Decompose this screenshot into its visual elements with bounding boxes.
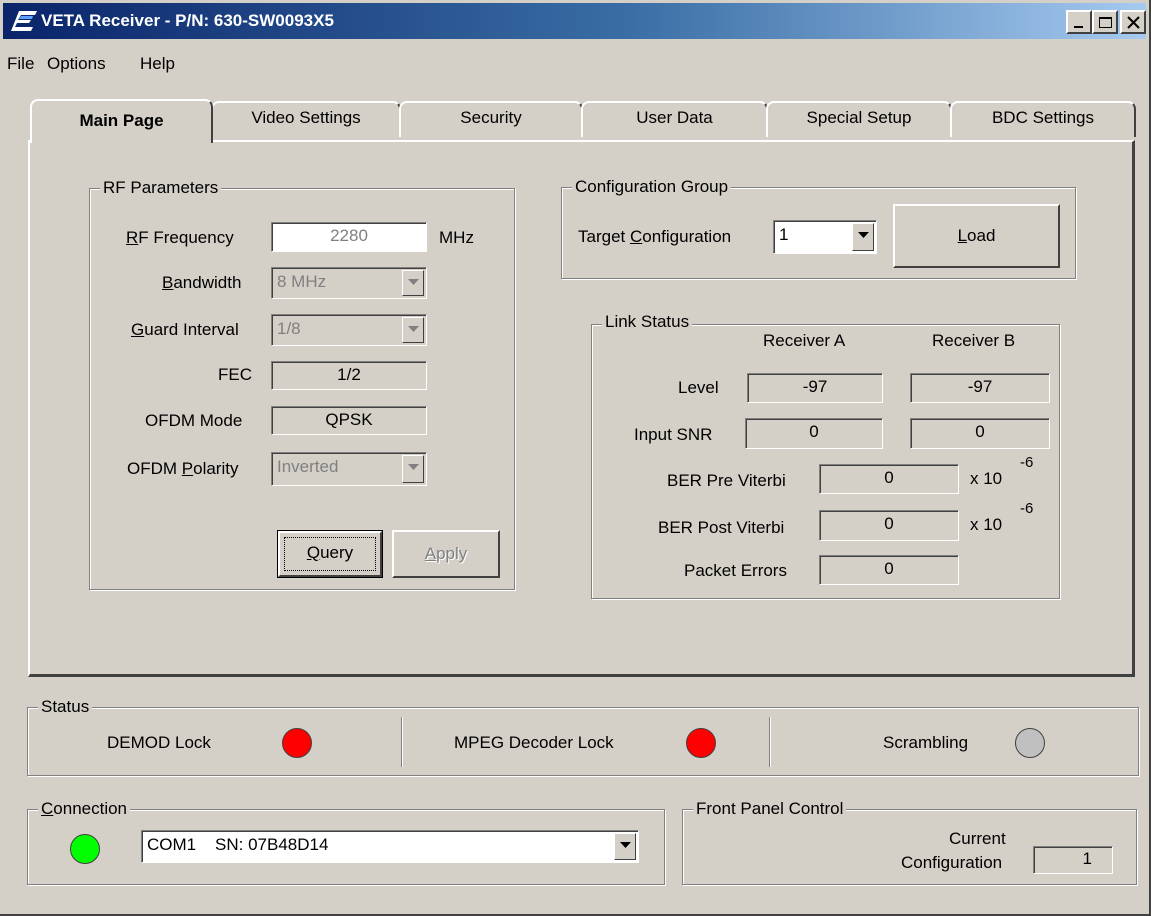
window-title: VETA Receiver - P/N: 630-SW0093X5 — [41, 11, 334, 30]
query-button[interactable]: Query — [277, 530, 383, 578]
guard-interval-dropdown-button[interactable] — [402, 317, 424, 343]
receiver-b-header: Receiver B — [932, 331, 1016, 350]
bandwidth-select[interactable]: 8 MHz — [271, 267, 427, 299]
ofdm-polarity-value: Inverted — [277, 457, 339, 476]
close-icon — [1127, 16, 1140, 29]
mpeg-decoder-lock-label: MPEG Decoder Lock — [454, 733, 614, 752]
ber-pre-viterbi-label: BER Pre Viterbi — [667, 471, 786, 490]
connection-port-value: COM1 SN: 07B48D14 — [147, 835, 329, 854]
load-button[interactable]: Load — [893, 204, 1060, 268]
ber-post-viterbi-label: BER Post Viterbi — [658, 518, 785, 537]
tab-bdc-settings[interactable]: BDC Settings — [950, 101, 1136, 137]
apply-button[interactable]: Apply — [392, 530, 500, 578]
ofdm-polarity-select[interactable]: Inverted — [271, 452, 427, 486]
bandwidth-value: 8 MHz — [277, 272, 327, 291]
target-configuration-label: Target Configuration — [578, 227, 732, 246]
rf-frequency-input[interactable]: 2280 — [271, 222, 427, 252]
tab-video-settings[interactable]: Video Settings — [211, 101, 401, 137]
tab-special-setup[interactable]: Special Setup — [766, 101, 952, 137]
menu-file[interactable]: File — [7, 54, 34, 74]
close-button[interactable] — [1120, 10, 1146, 34]
chevron-down-icon — [408, 464, 419, 470]
bandwidth-dropdown-button[interactable] — [402, 270, 424, 296]
app-window: VETA Receiver - P/N: 630-SW0093X5 File O… — [0, 0, 1151, 916]
chevron-down-icon — [408, 279, 419, 285]
current-configuration-value: 1 — [1033, 846, 1113, 874]
ber-pre-viterbi-unit: x 10 — [970, 469, 1003, 488]
status-title: Status — [38, 697, 93, 717]
fec-label: FEC — [218, 365, 252, 384]
ofdm-mode-label: OFDM Mode — [145, 411, 243, 430]
chevron-down-icon — [408, 326, 419, 332]
ber-pre-viterbi-value: 0 — [819, 464, 959, 494]
connection-port-dropdown-button[interactable] — [614, 833, 636, 860]
ofdm-polarity-dropdown-button[interactable] — [402, 455, 424, 483]
ber-post-viterbi-exponent: -6 — [1020, 500, 1034, 517]
current-configuration-label-line1: Current — [949, 829, 1006, 848]
status-divider — [401, 717, 403, 767]
menu-help[interactable]: Help — [140, 54, 175, 74]
input-snr-receiver-a: 0 — [745, 418, 883, 449]
tab-security[interactable]: Security — [399, 101, 583, 137]
menu-options[interactable]: Options — [47, 54, 106, 74]
guard-interval-value: 1/8 — [277, 319, 301, 338]
chevron-down-icon — [620, 842, 631, 848]
connection-title: Connection — [38, 799, 131, 819]
tab-main-page[interactable]: Main Page — [30, 99, 213, 143]
status-divider — [769, 717, 771, 767]
packet-errors-label: Packet Errors — [684, 561, 787, 580]
connection-port-select[interactable]: COM1 SN: 07B48D14 — [141, 830, 639, 863]
configuration-group-title: Configuration Group — [572, 177, 732, 197]
target-configuration-dropdown-button[interactable] — [852, 223, 874, 251]
ber-pre-viterbi-exponent: -6 — [1020, 454, 1034, 471]
ber-post-viterbi-unit: x 10 — [970, 515, 1003, 534]
ofdm-polarity-label: OFDM Polarity — [127, 459, 239, 478]
veta-logo-icon — [11, 11, 37, 31]
demod-lock-label: DEMOD Lock — [107, 733, 211, 752]
guard-interval-label: Guard Interval — [131, 320, 239, 339]
target-configuration-value: 1 — [779, 225, 789, 244]
input-snr-receiver-b: 0 — [910, 418, 1050, 449]
level-receiver-b: -97 — [910, 373, 1050, 403]
rf-frequency-unit: MHz — [439, 228, 474, 247]
scrambling-indicator — [1015, 728, 1045, 758]
bandwidth-label: Bandwidth — [162, 273, 242, 292]
current-configuration-label-line2: Configuration — [901, 853, 1003, 872]
packet-errors-value: 0 — [819, 555, 959, 585]
scrambling-label: Scrambling — [883, 733, 969, 752]
fec-value: 1/2 — [271, 361, 427, 390]
ber-post-viterbi-value: 0 — [819, 510, 959, 541]
rf-frequency-label: RF Frequency — [126, 228, 234, 247]
focus-ring — [284, 537, 376, 571]
maximize-icon — [1099, 17, 1112, 28]
input-snr-label: Input SNR — [634, 425, 713, 444]
tab-user-data[interactable]: User Data — [581, 101, 768, 137]
demod-lock-indicator — [282, 728, 312, 758]
ofdm-mode-value: QPSK — [271, 406, 427, 435]
level-receiver-a: -97 — [747, 373, 883, 403]
target-configuration-select[interactable]: 1 — [773, 220, 877, 254]
mpeg-decoder-lock-indicator — [686, 728, 716, 758]
level-label: Level — [678, 378, 719, 397]
receiver-a-header: Receiver A — [763, 331, 846, 350]
chevron-down-icon — [858, 232, 869, 238]
minimize-icon — [1074, 26, 1083, 28]
minimize-button[interactable] — [1066, 10, 1092, 34]
maximize-button[interactable] — [1092, 10, 1118, 34]
rf-parameters-title: RF Parameters — [100, 178, 222, 198]
front-panel-control-title: Front Panel Control — [693, 799, 847, 819]
link-status-title: Link Status — [602, 312, 693, 332]
guard-interval-select[interactable]: 1/8 — [271, 314, 427, 346]
title-bar[interactable]: VETA Receiver - P/N: 630-SW0093X5 — [3, 3, 1146, 39]
connection-status-indicator — [70, 834, 100, 864]
